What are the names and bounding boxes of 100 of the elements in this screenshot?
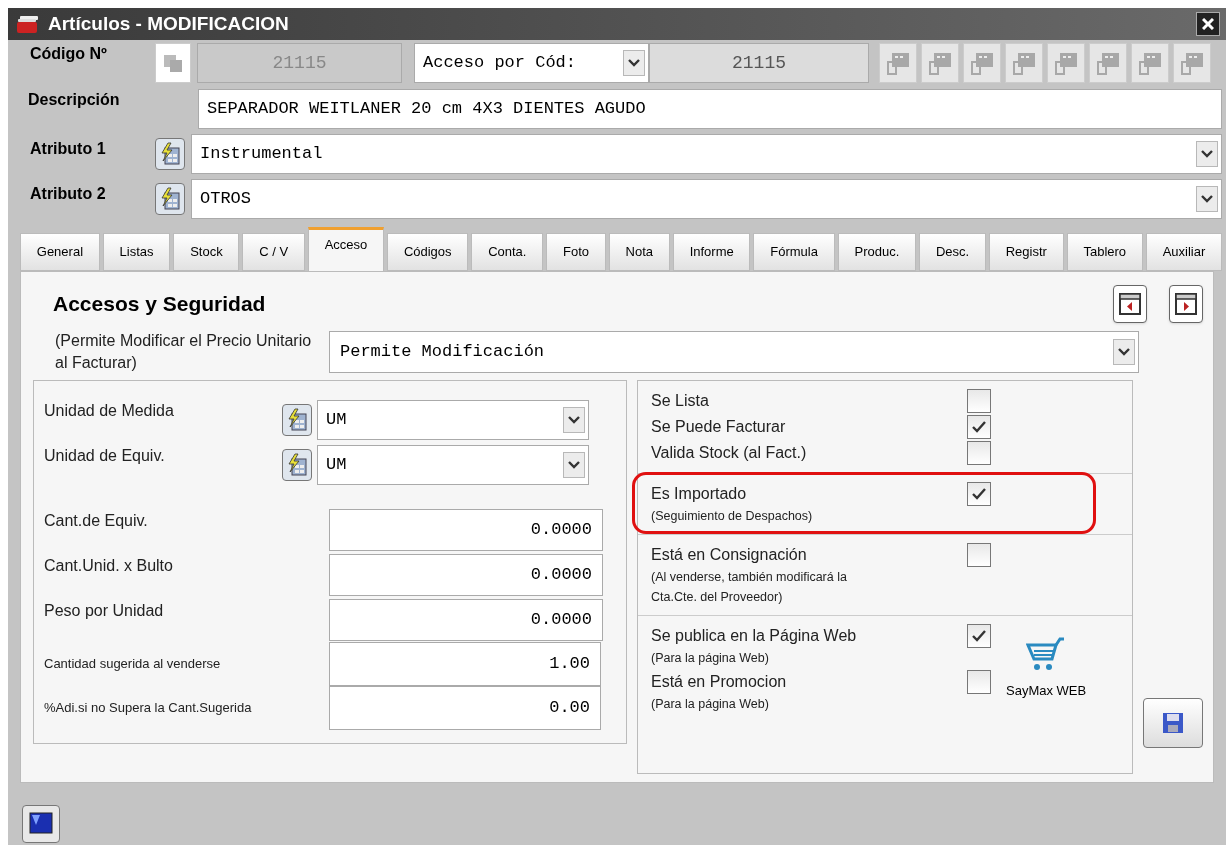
field-label: Unidad de Equiv. xyxy=(44,446,166,466)
unit-select[interactable]: UM xyxy=(317,444,589,485)
chevron-icon xyxy=(628,59,640,67)
lightning-table-icon xyxy=(159,141,181,166)
chevron-icon xyxy=(1118,348,1130,356)
building-icon xyxy=(926,50,954,76)
lookup-button[interactable] xyxy=(282,448,312,481)
previous-button[interactable] xyxy=(1113,285,1147,323)
field-label: Cant.de Equiv. xyxy=(44,511,149,531)
tab[interactable]: Auxiliar xyxy=(1145,233,1223,271)
option-note: (Para la página Web) xyxy=(651,696,770,713)
check-icon xyxy=(972,421,986,433)
field-label: Atributo 1 xyxy=(30,139,107,159)
tab[interactable]: Stock xyxy=(173,233,240,271)
window-title: Artículos - MODIFICACION xyxy=(48,11,290,36)
save-button[interactable] xyxy=(1143,698,1203,748)
number-field[interactable]: 0.0000 xyxy=(329,508,603,551)
tab[interactable]: Fórmula xyxy=(753,233,835,271)
option-note: (Al venderse, también modificará la Cta.Cte. del Proveedor) xyxy=(651,569,848,606)
field-label: %Adi.si no Supera la Cant.Sugerida xyxy=(44,699,253,718)
checkbox[interactable] xyxy=(967,670,991,694)
chevron-icon xyxy=(1201,149,1213,158)
tab[interactable]: Códigos xyxy=(387,233,469,271)
price-mode-select[interactable]: Permite Modificación xyxy=(329,331,1139,373)
tab[interactable]: Acceso xyxy=(307,227,385,271)
tab[interactable]: Registr xyxy=(988,233,1064,271)
close-icon xyxy=(1202,18,1214,30)
check-icon xyxy=(972,630,986,642)
tab[interactable]: C / V xyxy=(242,233,305,271)
building-icon xyxy=(1094,50,1122,76)
building-icon xyxy=(1052,50,1080,76)
field-label: Cant.Unid. x Bulto xyxy=(44,556,174,576)
number-field[interactable]: 0.0000 xyxy=(329,598,603,641)
web-label: SayMax WEB xyxy=(1006,682,1087,701)
code-field: 21115 xyxy=(197,43,402,83)
lookup-button[interactable] xyxy=(282,403,312,436)
dropdown-button[interactable] xyxy=(1196,140,1218,167)
checkbox[interactable] xyxy=(967,441,991,465)
checkbox[interactable] xyxy=(967,389,991,413)
unit-select[interactable]: UM xyxy=(317,399,589,440)
tab[interactable]: Tablero xyxy=(1066,233,1143,271)
option-label: Se publica en la Página Web xyxy=(651,626,858,646)
lightning-table-icon xyxy=(286,452,308,477)
dropdown-button[interactable] xyxy=(1196,185,1218,212)
attribute-select[interactable]: Instrumental xyxy=(191,133,1222,174)
chevron-icon xyxy=(1201,194,1213,203)
lookup-button[interactable] xyxy=(155,182,185,215)
building-icon xyxy=(1010,50,1038,76)
description-field[interactable]: SEPARADOR WEITLANER 20 cm 4X3 DIENTES AGUDO xyxy=(198,88,1222,129)
dropdown-button[interactable] xyxy=(1113,339,1135,365)
dropdown-button[interactable] xyxy=(563,406,585,433)
documents-icon xyxy=(162,53,184,73)
tab[interactable]: Informe xyxy=(672,233,751,271)
field-label: Descripción xyxy=(28,90,121,110)
monitor-button[interactable] xyxy=(22,805,60,843)
close-button[interactable] xyxy=(1196,12,1220,36)
attribute-select[interactable]: OTROS xyxy=(191,178,1222,219)
option-note: (Seguimiento de Despachos) xyxy=(651,508,814,525)
building-icon xyxy=(1178,50,1206,76)
option-label: Valida Stock (al Fact.) xyxy=(651,443,808,463)
monitor-icon xyxy=(28,811,54,837)
field-label: Código Nº xyxy=(30,44,108,64)
option-label: Se Lista xyxy=(651,391,710,411)
checkbox[interactable] xyxy=(967,415,991,439)
field-label: (Permite Modificar el Precio Unitario al Facturar) xyxy=(54,331,313,373)
field-label: Atributo 2 xyxy=(30,184,107,204)
checkbox[interactable] xyxy=(967,482,991,506)
lookup-button[interactable] xyxy=(155,137,185,170)
section-title: Accesos y Seguridad xyxy=(52,291,267,318)
building-icon xyxy=(884,50,912,76)
tab[interactable]: Foto xyxy=(546,233,606,271)
tab[interactable]: Nota xyxy=(608,233,670,271)
lightning-table-icon xyxy=(286,407,308,432)
tab[interactable]: Listas xyxy=(102,233,171,271)
tab[interactable]: Produc. xyxy=(837,233,917,271)
tab[interactable]: General xyxy=(20,233,100,271)
dropdown-button[interactable] xyxy=(623,50,645,76)
check-icon xyxy=(972,488,986,500)
chevron-icon xyxy=(568,415,580,424)
option-label: Es Importado xyxy=(651,484,748,504)
lookup-mode-select[interactable]: Acceso por Cód: xyxy=(414,43,649,83)
checkbox[interactable] xyxy=(967,543,991,567)
dropdown-button[interactable] xyxy=(563,451,585,478)
next-button[interactable] xyxy=(1169,285,1203,323)
number-field[interactable]: 0.0000 xyxy=(329,553,603,596)
tab[interactable]: Desc. xyxy=(919,233,986,271)
option-label: Está en Consignación xyxy=(651,545,808,565)
building-icon xyxy=(1136,50,1164,76)
checkbox[interactable] xyxy=(967,624,991,648)
code-field[interactable]: 21115 xyxy=(649,43,869,83)
field-label: Cantidad sugerida al venderse xyxy=(44,655,222,674)
building-icon xyxy=(968,50,996,76)
option-label: Está en Promocion xyxy=(651,672,788,692)
field-label: Unidad de Medida xyxy=(44,401,175,421)
option-label: Se Puede Facturar xyxy=(651,417,787,437)
number-field[interactable]: 0.00 xyxy=(329,686,601,730)
number-field[interactable]: 1.00 xyxy=(329,642,601,686)
chevron-icon xyxy=(568,460,580,469)
tab[interactable]: Conta. xyxy=(471,233,544,271)
field-label: Peso por Unidad xyxy=(44,601,165,621)
